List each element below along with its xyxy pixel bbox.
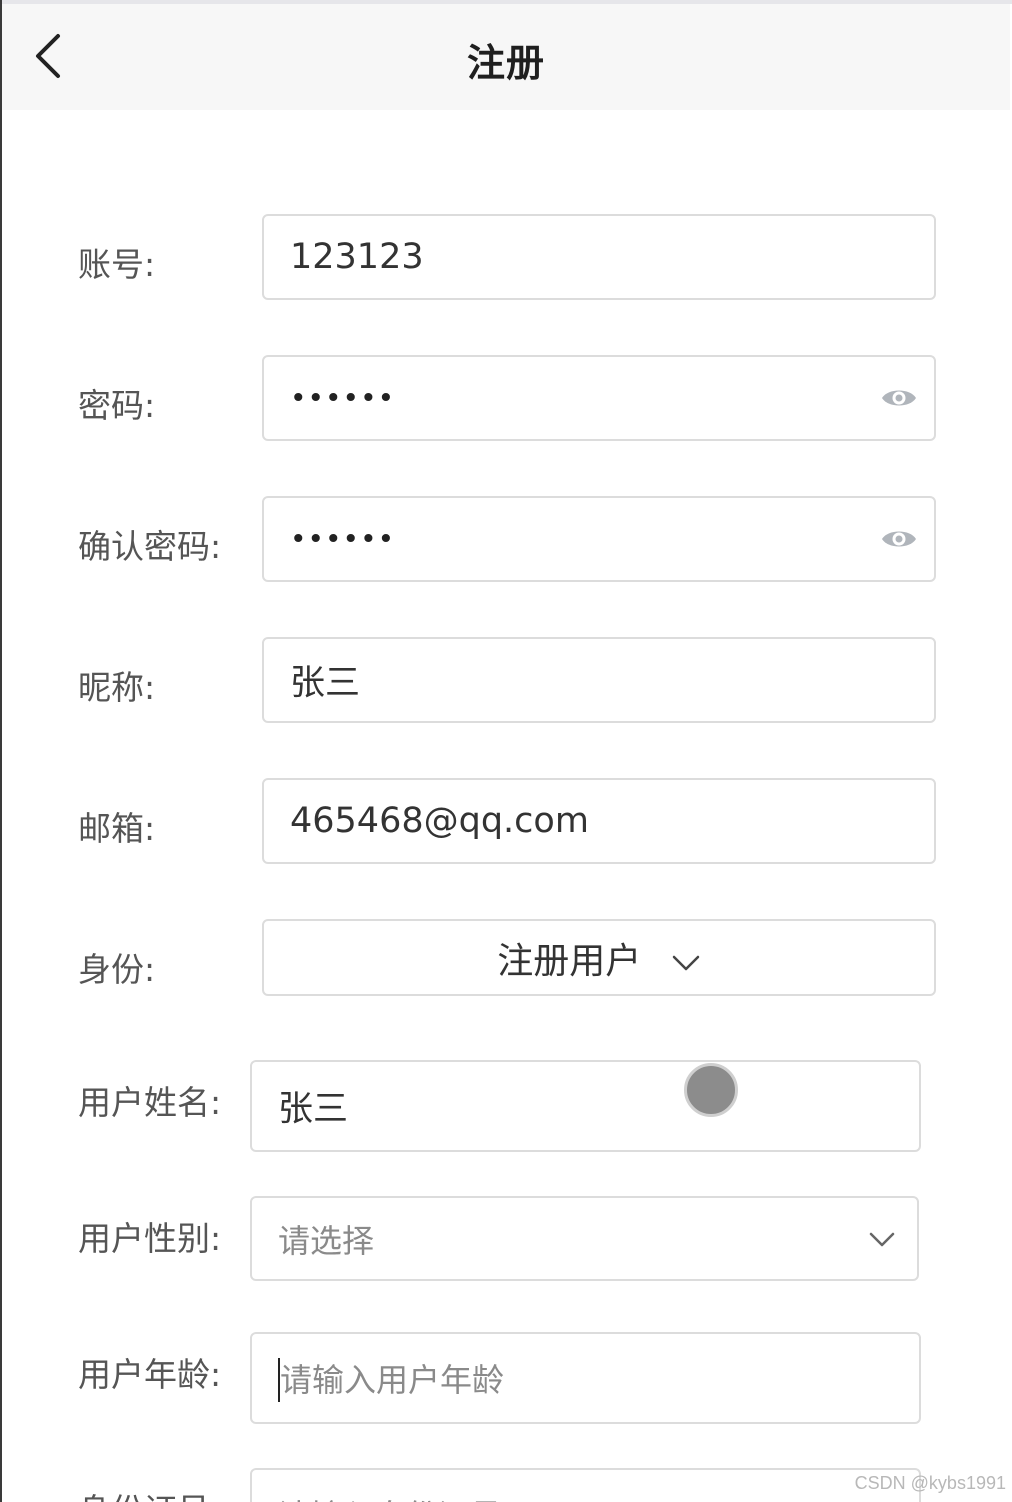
age-input[interactable]: 请输入用户年龄 bbox=[250, 1332, 921, 1424]
gender-label: 用户性别: bbox=[78, 1219, 222, 1258]
id-number-input[interactable]: 请输入身份证号 bbox=[250, 1468, 921, 1502]
touch-indicator bbox=[684, 1063, 738, 1117]
id-number-placeholder: 请输入身份证号 bbox=[278, 1491, 502, 1502]
password-value: •••••• bbox=[290, 381, 396, 415]
nav-bar: 注册 bbox=[2, 4, 1010, 110]
chevron-down-icon bbox=[672, 955, 699, 970]
identity-picker[interactable]: 注册用户 bbox=[262, 919, 936, 996]
account-value: 123123 bbox=[290, 237, 424, 277]
register-screen: 注册 账号: 123123 密码: •••••• 确认密码: •••••• 昵称… bbox=[0, 0, 1012, 1502]
nickname-input[interactable]: 张三 bbox=[262, 637, 936, 723]
password-label: 密码: bbox=[78, 386, 156, 425]
confirm-password-input[interactable]: •••••• bbox=[262, 496, 936, 582]
identity-label: 身份: bbox=[78, 950, 156, 989]
real-name-value: 张三 bbox=[278, 1089, 349, 1130]
account-label: 账号: bbox=[78, 245, 156, 284]
confirm-password-value: •••••• bbox=[290, 522, 396, 556]
watermark: CSDN @kybs1991 bbox=[854, 1473, 1006, 1493]
email-label: 邮箱: bbox=[78, 809, 156, 848]
email-input[interactable]: 465468@qq.com bbox=[262, 778, 936, 864]
chevron-down-icon bbox=[869, 1232, 895, 1247]
age-label: 用户年龄: bbox=[78, 1355, 222, 1394]
identity-display: 注册用户 bbox=[264, 932, 934, 984]
id-number-label: 身份证号: bbox=[78, 1484, 221, 1502]
real-name-input[interactable]: 张三 bbox=[250, 1060, 921, 1152]
email-value: 465468@qq.com bbox=[290, 801, 589, 841]
gender-placeholder: 请选择 bbox=[278, 1221, 375, 1260]
nickname-label: 昵称: bbox=[78, 668, 156, 707]
nickname-value: 张三 bbox=[290, 663, 361, 704]
account-input[interactable]: 123123 bbox=[262, 214, 936, 300]
eye-icon[interactable] bbox=[880, 526, 918, 552]
eye-icon[interactable] bbox=[880, 385, 918, 411]
real-name-label: 用户姓名: bbox=[78, 1083, 222, 1122]
page-title: 注册 bbox=[466, 41, 545, 85]
identity-value: 注册用户 bbox=[497, 940, 642, 982]
confirm-password-label: 确认密码: bbox=[78, 527, 222, 566]
age-placeholder: 请输入用户年龄 bbox=[280, 1361, 505, 1399]
password-input[interactable]: •••••• bbox=[262, 355, 936, 441]
gender-select[interactable]: 请选择 bbox=[250, 1196, 919, 1281]
